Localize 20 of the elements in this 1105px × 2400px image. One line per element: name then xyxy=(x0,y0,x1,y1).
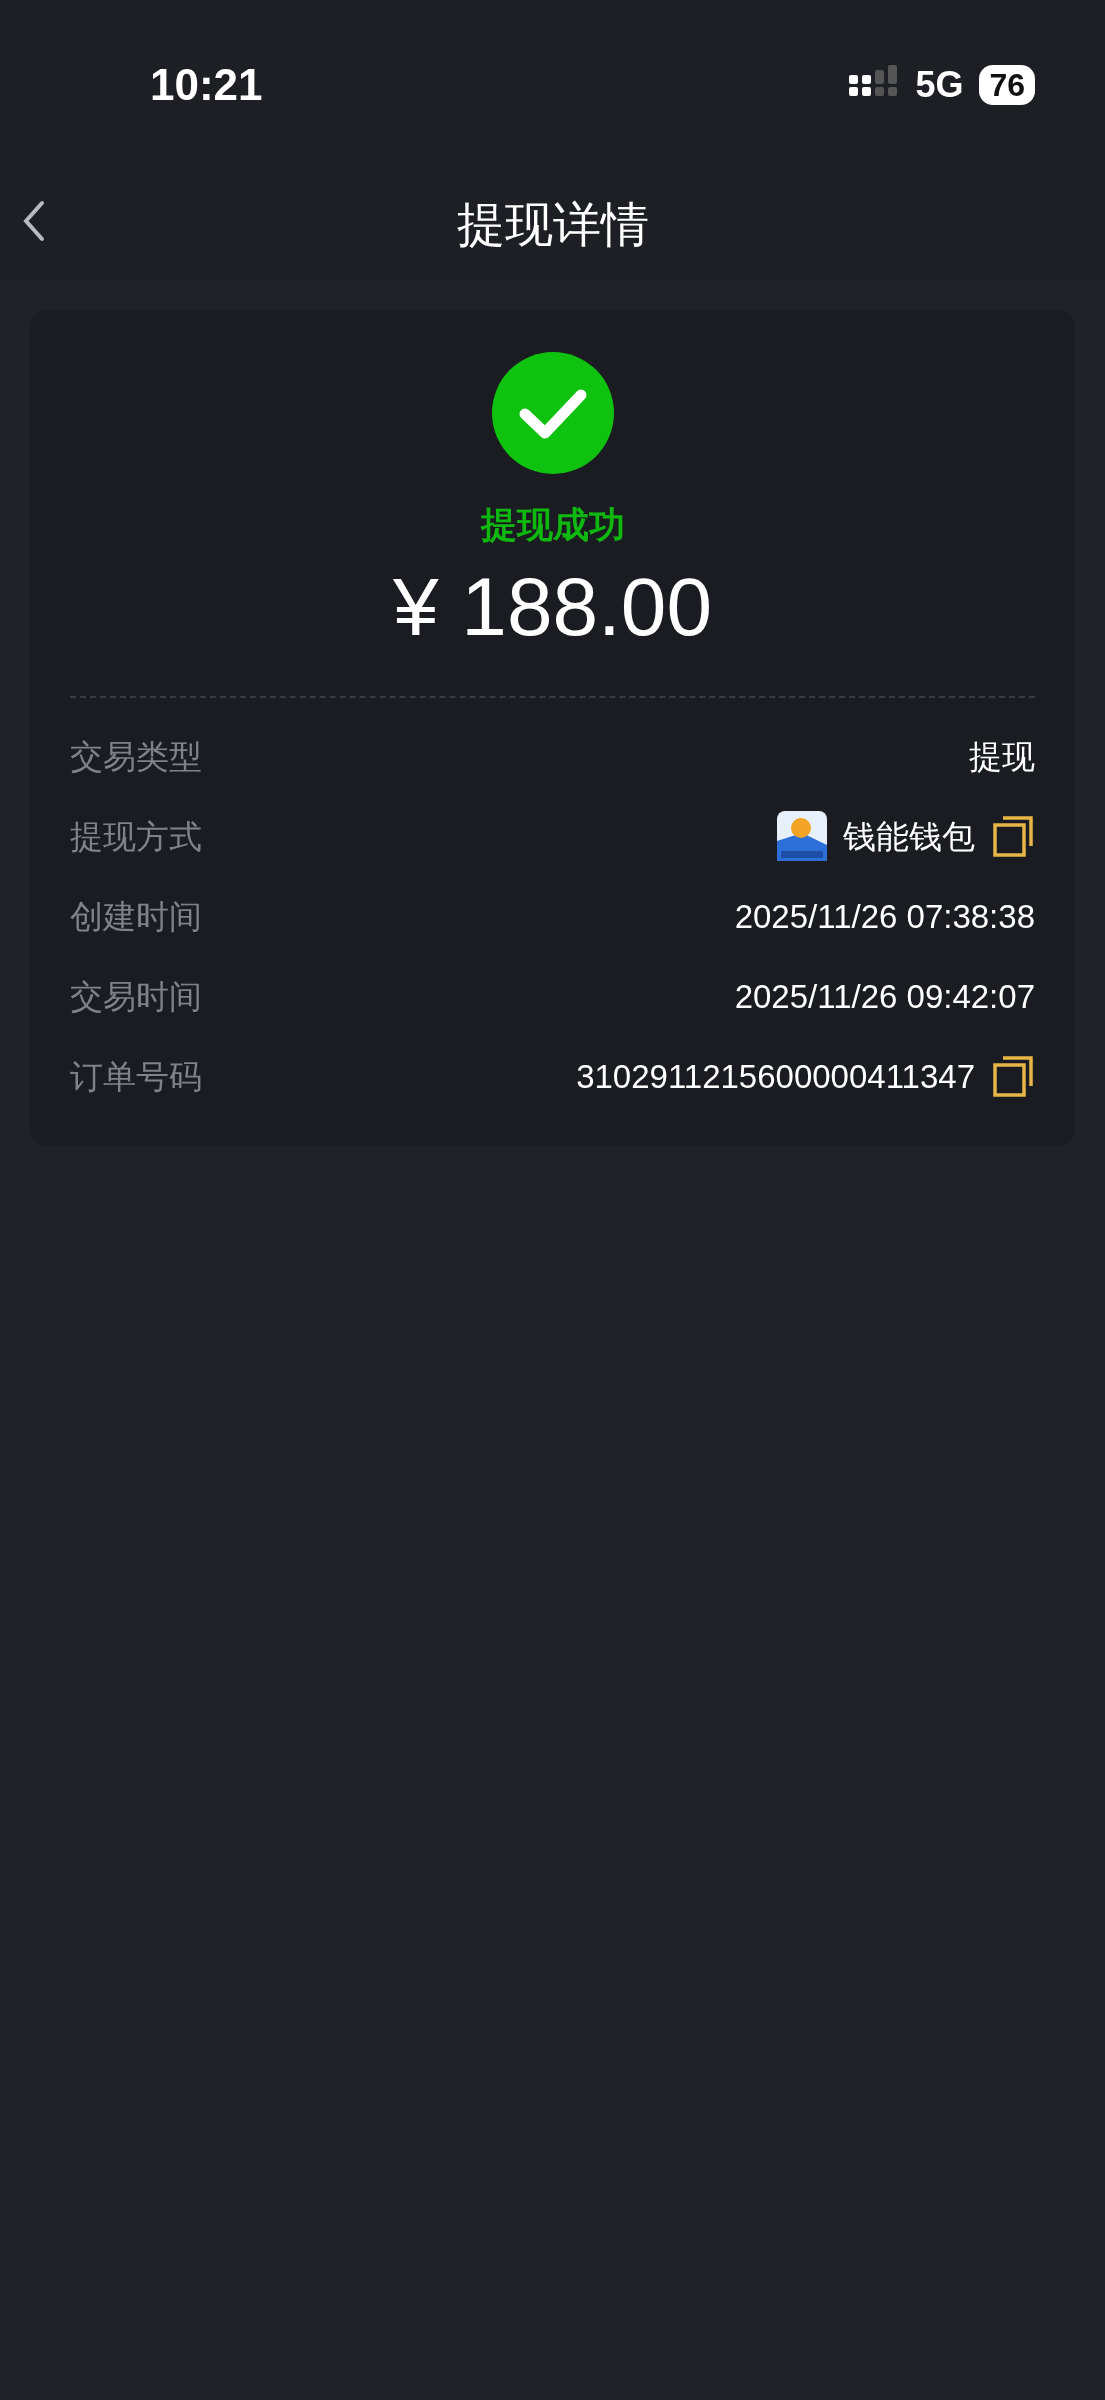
page-title: 提现详情 xyxy=(456,197,649,253)
battery-level: 76 xyxy=(979,65,1035,105)
status-text: 提现成功 xyxy=(480,503,625,547)
copy-icon[interactable] xyxy=(991,1054,1035,1099)
detail-value: 3102911215600000411347 xyxy=(576,1056,975,1097)
copy-icon[interactable] xyxy=(991,814,1035,859)
detail-value: 提现 xyxy=(969,736,1035,777)
wallet-app-icon xyxy=(777,811,827,862)
detail-value: 2025/11/26 07:38:38 xyxy=(734,896,1035,937)
detail-label: 创建时间 xyxy=(70,896,202,937)
detail-label: 交易时间 xyxy=(70,976,202,1017)
back-icon[interactable] xyxy=(22,200,46,242)
detail-label: 交易类型 xyxy=(70,736,202,777)
status-time: 10:21 xyxy=(150,59,263,111)
network-label: 5G xyxy=(915,63,964,107)
detail-label: 订单号码 xyxy=(70,1056,202,1097)
detail-value: 钱能钱包 xyxy=(843,816,975,857)
detail-value: 2025/11/26 09:42:07 xyxy=(734,976,1035,1017)
amount-text: ¥ 188.00 xyxy=(392,560,713,654)
detail-label: 提现方式 xyxy=(70,816,202,857)
